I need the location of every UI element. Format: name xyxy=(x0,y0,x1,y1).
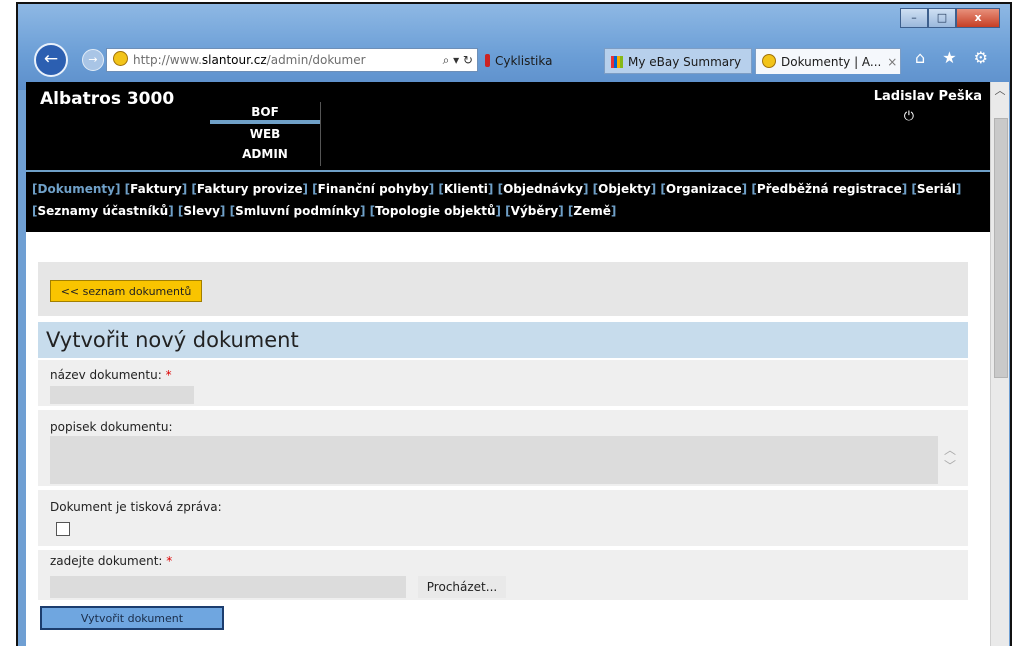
tab-label: Dokumenty | A... xyxy=(781,55,882,69)
back-button[interactable]: ← xyxy=(34,43,68,77)
maximize-button[interactable]: □ xyxy=(928,8,956,28)
menu-item-topologie-objektu[interactable]: Topologie objektů xyxy=(375,204,495,218)
create-document-button[interactable]: Vytvořit dokument xyxy=(40,606,224,630)
name-label-text: název dokumentu: xyxy=(50,368,162,382)
tab-label: Cyklistika xyxy=(495,54,553,68)
menu-item-slevy[interactable]: Slevy xyxy=(183,204,220,218)
press-release-label: Dokument je tisková zpráva: xyxy=(50,500,222,514)
power-icon[interactable]: ⏻ xyxy=(904,109,914,124)
document-list-button[interactable]: << seznam dokumentů xyxy=(50,280,202,302)
page-scrollbar[interactable]: ︿ xyxy=(990,82,1009,646)
file-label: zadejte dokument: * xyxy=(50,554,172,568)
toolbar-icons[interactable]: ⌂ ★ ⚙ xyxy=(915,48,994,67)
press-release-checkbox[interactable] xyxy=(56,522,70,536)
file-path-input[interactable] xyxy=(50,576,406,598)
description-row: popisek dokumentu: ︿ ﹀ xyxy=(38,410,968,486)
scrollbar-thumb[interactable] xyxy=(994,118,1008,378)
tab-ebay[interactable]: My eBay Summary xyxy=(604,48,752,74)
close-tab-icon[interactable]: × xyxy=(887,55,897,69)
tab-label: My eBay Summary xyxy=(628,55,742,69)
system-nav-web[interactable]: WEB xyxy=(210,124,320,144)
name-row: název dokumentu: * xyxy=(38,360,968,406)
menu-item-faktury[interactable]: Faktury xyxy=(130,182,182,196)
menu-item-zeme[interactable]: Země xyxy=(573,204,610,218)
site-favicon-icon xyxy=(762,54,776,68)
file-row: zadejte dokument: * Procházet... xyxy=(38,550,968,600)
ebay-icon xyxy=(611,56,623,68)
scroll-up-icon[interactable]: ︿ xyxy=(991,82,1009,98)
menu-item-objednavky[interactable]: Objednávky xyxy=(503,182,583,196)
address-bar[interactable]: http://www.slantour.cz/admin/dokumer ⌕ ▾… xyxy=(106,48,478,72)
app-brand: Albatros 3000 xyxy=(40,89,175,109)
browse-button[interactable]: Procházet... xyxy=(418,576,506,598)
browser-nav-row: ← → http://www.slantour.cz/admin/dokumer… xyxy=(34,42,1000,77)
menu-item-organizace[interactable]: Organizace xyxy=(666,182,742,196)
name-label: název dokumentu: * xyxy=(50,368,172,382)
window-controls: – □ x xyxy=(900,8,1000,28)
system-nav-bof[interactable]: BOF xyxy=(210,102,320,124)
app-header: Albatros 3000 BOF WEB ADMIN Ladislav Peš… xyxy=(26,82,990,170)
file-label-text: zadejte dokument: xyxy=(50,554,163,568)
document-name-input[interactable] xyxy=(50,386,194,404)
menu-item-vybery[interactable]: Výběry xyxy=(511,204,559,218)
close-window-button[interactable]: x xyxy=(956,8,1000,28)
document-description-textarea[interactable] xyxy=(50,436,938,484)
user-name: Ladislav Peška xyxy=(873,89,982,104)
menu-item-dokumenty[interactable]: Dokumenty xyxy=(37,182,114,196)
form-title: Vytvořit nový dokument xyxy=(38,322,968,358)
cyclist-icon xyxy=(485,54,490,67)
menu-item-klienti[interactable]: Klienti xyxy=(444,182,488,196)
url-domain: slantour.cz xyxy=(201,53,267,67)
url-path: /admin/dokumer xyxy=(266,53,366,67)
required-mark: * xyxy=(165,368,172,382)
forward-button[interactable]: → xyxy=(82,49,104,71)
menu-item-seznamy-ucastniku[interactable]: Seznamy účastníků xyxy=(37,204,168,218)
system-nav-admin[interactable]: ADMIN xyxy=(210,144,320,164)
menu-item-financni-pohyby[interactable]: Finanční pohyby xyxy=(318,182,429,196)
menu-item-faktury-provize[interactable]: Faktury provize xyxy=(197,182,303,196)
url-prefix: http://www. xyxy=(133,53,202,67)
site-favicon-icon xyxy=(113,51,128,66)
menu-item-objekty[interactable]: Objekty xyxy=(598,182,651,196)
press-release-row: Dokument je tisková zpráva: xyxy=(38,490,968,546)
tab-cyklistika[interactable]: Cyklistika xyxy=(479,48,589,74)
menu-item-serial[interactable]: Seriál xyxy=(917,182,956,196)
description-label: popisek dokumentu: xyxy=(50,420,173,434)
required-mark: * xyxy=(166,554,173,568)
page-viewport: Albatros 3000 BOF WEB ADMIN Ladislav Peš… xyxy=(26,82,990,646)
address-controls[interactable]: ⌕ ▾ ↻ xyxy=(438,49,473,71)
main-menu: [Dokumenty] [Faktury] [Faktury provize] … xyxy=(26,170,990,232)
list-button-bar: << seznam dokumentů xyxy=(38,262,968,316)
menu-item-predbezna-registrace[interactable]: Předběžná registrace xyxy=(757,182,902,196)
minimize-button[interactable]: – xyxy=(900,8,928,28)
system-nav: BOF WEB ADMIN xyxy=(210,102,321,166)
browser-window: – □ x ← → http://www.slantour.cz/admin/d… xyxy=(16,2,1012,646)
menu-item-smluvni-podminky[interactable]: Smluvní podmínky xyxy=(235,204,360,218)
tab-dokumenty[interactable]: Dokumenty | A... × xyxy=(755,48,901,74)
textarea-scroll-icons[interactable]: ︿ ﹀ xyxy=(944,442,956,474)
browser-titlebar: – □ x ← → http://www.slantour.cz/admin/d… xyxy=(18,4,1010,90)
